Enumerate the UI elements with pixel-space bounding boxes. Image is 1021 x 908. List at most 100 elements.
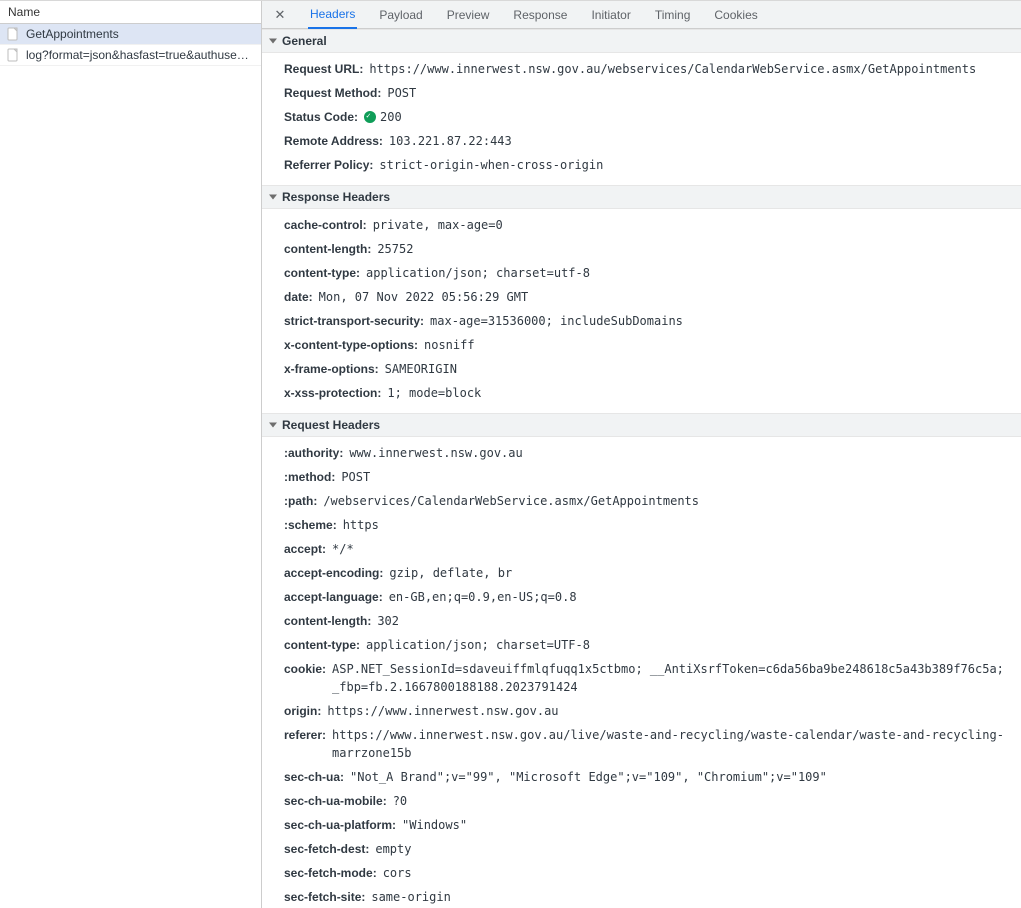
header-row: sec-ch-ua: "Not_A Brand";v="99", "Microso… — [262, 765, 1021, 789]
header-row: content-type: application/json; charset=U… — [262, 633, 1021, 657]
request-row[interactable]: log?format=json&hasfast=true&authuse… — [0, 45, 261, 66]
tab-bar: ✕ Headers Payload Preview Response Initiator… — [262, 1, 1021, 29]
header-row: :scheme:https — [262, 513, 1021, 537]
header-value: https://www.innerwest.nsw.gov.au/live/wa… — [332, 726, 1011, 762]
header-row: x-xss-protection:1; mode=block — [262, 381, 1021, 405]
header-row: sec-fetch-mode: cors — [262, 861, 1021, 885]
header-key: accept-language: — [284, 588, 383, 606]
header-row: sec-fetch-dest:empty — [262, 837, 1021, 861]
header-key: date: — [284, 288, 313, 306]
header-value: */* — [332, 540, 1011, 558]
header-value: strict-origin-when-cross-origin — [379, 156, 1011, 174]
tab-headers[interactable]: Headers — [308, 1, 357, 29]
header-row: :method: POST — [262, 465, 1021, 489]
tab-preview[interactable]: Preview — [445, 1, 492, 29]
header-value: application/json; charset=UTF-8 — [366, 636, 1011, 654]
header-value: 25752 — [377, 240, 1011, 258]
header-key: content-type: — [284, 636, 360, 654]
header-value: max-age=31536000; includeSubDomains — [430, 312, 1011, 330]
header-value: https://www.innerwest.nsw.gov.au/webserv… — [369, 60, 1011, 78]
header-row: strict-transport-security: max-age=315360… — [262, 309, 1021, 333]
header-row: Remote Address: 103.221.87.22:443 — [262, 129, 1021, 153]
header-value: 200 — [364, 108, 1011, 126]
header-key: sec-ch-ua-platform: — [284, 816, 396, 834]
header-key: strict-transport-security: — [284, 312, 424, 330]
tab-response[interactable]: Response — [511, 1, 569, 29]
header-row: sec-ch-ua-mobile:?0 — [262, 789, 1021, 813]
header-key: :method: — [284, 468, 335, 486]
request-name: GetAppointments — [26, 27, 119, 41]
header-value: 103.221.87.22:443 — [389, 132, 1011, 150]
tab-timing[interactable]: Timing — [653, 1, 693, 29]
header-value: https — [343, 516, 1011, 534]
header-key: content-length: — [284, 240, 371, 258]
header-value: cors — [383, 864, 1011, 882]
headers-panel: General Request URL: https://www.innerwest… — [262, 29, 1021, 908]
header-row: accept-language: en-GB,en;q=0.9,en-US;q=0… — [262, 585, 1021, 609]
header-row: content-length: 25752 — [262, 237, 1021, 261]
header-row: x-content-type-options: nosniff — [262, 333, 1021, 357]
header-value: 302 — [377, 612, 1011, 630]
header-key: x-frame-options: — [284, 360, 379, 378]
header-key: content-length: — [284, 612, 371, 630]
header-value: Mon, 07 Nov 2022 05:56:29 GMT — [319, 288, 1011, 306]
header-row: cache-control:private, max-age=0 — [262, 213, 1021, 237]
header-value: www.innerwest.nsw.gov.au — [349, 444, 1011, 462]
name-column-header[interactable]: Name — [0, 1, 261, 24]
header-key: sec-ch-ua: — [284, 768, 344, 786]
section-general[interactable]: General — [262, 29, 1021, 53]
header-row: date: Mon, 07 Nov 2022 05:56:29 GMT — [262, 285, 1021, 309]
header-value: SAMEORIGIN — [385, 360, 1011, 378]
tab-cookies[interactable]: Cookies — [712, 1, 759, 29]
status-ok-icon — [364, 111, 376, 123]
header-key: content-type: — [284, 264, 360, 282]
file-icon — [6, 48, 20, 62]
header-key: Remote Address: — [284, 132, 383, 150]
header-row: content-length: 302 — [262, 609, 1021, 633]
header-value: gzip, deflate, br — [389, 564, 1011, 582]
header-row: accept-encoding:gzip, deflate, br — [262, 561, 1021, 585]
header-key: :authority: — [284, 444, 343, 462]
section-response-headers[interactable]: Response Headers — [262, 185, 1021, 209]
header-row: content-type: application/json; charset=u… — [262, 261, 1021, 285]
header-value: application/json; charset=utf-8 — [366, 264, 1011, 282]
header-key: sec-fetch-dest: — [284, 840, 369, 858]
header-value: nosniff — [424, 336, 1011, 354]
header-key: origin: — [284, 702, 321, 720]
header-value: POST — [341, 468, 1011, 486]
header-row: Referrer Policy: strict-origin-when-cross… — [262, 153, 1021, 177]
header-row: referer:https://www.innerwest.nsw.gov.au… — [262, 723, 1021, 765]
header-key: accept: — [284, 540, 326, 558]
header-key: cookie: — [284, 660, 326, 678]
header-value: POST — [387, 84, 1011, 102]
tab-initiator[interactable]: Initiator — [589, 1, 632, 29]
header-key: Request URL: — [284, 60, 363, 78]
header-row: :authority: www.innerwest.nsw.gov.au — [262, 441, 1021, 465]
header-row: Status Code:200 — [262, 105, 1021, 129]
details-panel: ✕ Headers Payload Preview Response Initiator… — [262, 1, 1021, 908]
file-icon — [6, 27, 20, 41]
header-key: Request Method: — [284, 84, 381, 102]
header-value: en-GB,en;q=0.9,en-US;q=0.8 — [389, 588, 1011, 606]
header-value: "Windows" — [402, 816, 1011, 834]
header-value: same-origin — [371, 888, 1011, 906]
tab-payload[interactable]: Payload — [377, 1, 424, 29]
header-key: sec-fetch-mode: — [284, 864, 377, 882]
header-value: "Not_A Brand";v="99", "Microsoft Edge";v… — [350, 768, 1011, 786]
section-request-headers[interactable]: Request Headers — [262, 413, 1021, 437]
request-name: log?format=json&hasfast=true&authuse… — [26, 48, 249, 62]
header-row: x-frame-options: SAMEORIGIN — [262, 357, 1021, 381]
header-row: sec-fetch-site:same-origin — [262, 885, 1021, 908]
request-list-panel: Name GetAppointments log?format=json&hasf… — [0, 1, 262, 908]
header-value: ASP.NET_SessionId=sdaveuiffmlqfuqq1x5ctb… — [332, 660, 1011, 696]
header-row: origin: https://www.innerwest.nsw.gov.au — [262, 699, 1021, 723]
header-row: Request Method: POST — [262, 81, 1021, 105]
header-value: 1; mode=block — [387, 384, 1011, 402]
header-key: :path: — [284, 492, 317, 510]
request-row[interactable]: GetAppointments — [0, 24, 261, 45]
close-icon[interactable]: ✕ — [272, 7, 288, 23]
header-value: https://www.innerwest.nsw.gov.au — [327, 702, 1011, 720]
header-key: x-content-type-options: — [284, 336, 418, 354]
header-key: Referrer Policy: — [284, 156, 373, 174]
header-row: :path:/webservices/CalendarWebService.as… — [262, 489, 1021, 513]
